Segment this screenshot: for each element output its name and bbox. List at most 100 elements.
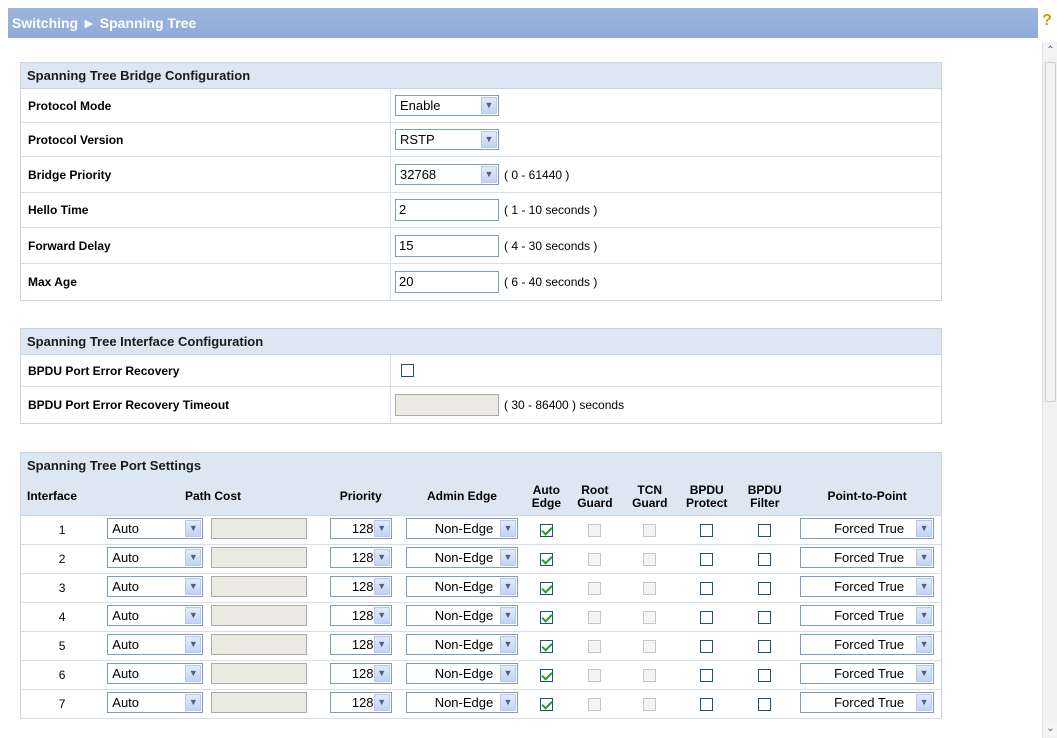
auto-edge-checkbox[interactable] bbox=[539, 610, 553, 624]
col-admin-edge: Admin Edge bbox=[398, 479, 526, 516]
point-to-point-select[interactable]: Forced True ▼ bbox=[800, 604, 935, 626]
path-cost-input[interactable] bbox=[210, 633, 307, 655]
scroll-down-icon[interactable]: ⌄ bbox=[1044, 722, 1057, 736]
auto-edge-checkbox[interactable] bbox=[539, 552, 553, 566]
path-cost-mode-select[interactable]: Auto ▼ bbox=[107, 662, 204, 684]
chevron-down-icon: ▼ bbox=[373, 635, 390, 653]
bpdu-protect-checkbox[interactable] bbox=[700, 697, 714, 711]
point-to-point-select[interactable]: Forced True ▼ bbox=[800, 662, 935, 684]
forward-delay-input[interactable]: 15 bbox=[395, 234, 499, 257]
tcn-guard-checkbox[interactable] bbox=[643, 552, 657, 566]
bpdu-recovery-checkbox[interactable] bbox=[401, 364, 414, 377]
hello-time-input[interactable]: 2 bbox=[395, 199, 499, 221]
root-guard-checkbox[interactable] bbox=[588, 523, 602, 537]
interface-cell: 5 bbox=[21, 631, 104, 661]
path-cost-mode-select[interactable]: Auto ▼ bbox=[107, 546, 204, 568]
help-icon[interactable]: ? bbox=[1041, 12, 1053, 30]
admin-edge-select[interactable]: Non-Edge ▼ bbox=[405, 691, 518, 713]
bpdu-filter-checkbox[interactable] bbox=[758, 668, 772, 682]
interface-config-panel: Spanning Tree Interface Configuration BP… bbox=[20, 328, 942, 424]
bpdu-filter-checkbox[interactable] bbox=[758, 639, 772, 653]
scrollbar-thumb[interactable] bbox=[1045, 62, 1056, 402]
path-cost-mode-select[interactable]: Auto ▼ bbox=[107, 517, 204, 539]
admin-edge-select[interactable]: Non-Edge ▼ bbox=[405, 546, 518, 568]
max-age-row: Max Age 20 ( 6 - 40 seconds ) bbox=[21, 264, 941, 300]
admin-edge-select[interactable]: Non-Edge ▼ bbox=[405, 662, 518, 684]
table-row: 5 Auto ▼ 128 ▼ Non-Edge ▼ Forced True ▼ bbox=[21, 631, 941, 661]
auto-edge-checkbox[interactable] bbox=[539, 581, 553, 595]
point-to-point-select[interactable]: Forced True ▼ bbox=[800, 575, 935, 597]
bridge-priority-select[interactable]: 32768 ▼ bbox=[395, 164, 499, 185]
priority-select[interactable]: 128 ▼ bbox=[329, 546, 392, 568]
root-guard-checkbox[interactable] bbox=[588, 668, 602, 682]
priority-select[interactable]: 128 ▼ bbox=[329, 691, 392, 713]
point-to-point-select[interactable]: Forced True ▼ bbox=[800, 691, 935, 713]
col-priority: Priority bbox=[322, 479, 399, 516]
auto-edge-checkbox[interactable] bbox=[539, 639, 553, 653]
root-guard-checkbox[interactable] bbox=[588, 610, 602, 624]
tcn-guard-checkbox[interactable] bbox=[643, 639, 657, 653]
point-to-point-select[interactable]: Forced True ▼ bbox=[800, 633, 935, 655]
max-age-label: Max Age bbox=[21, 264, 391, 300]
protocol-version-row: Protocol Version RSTP ▼ bbox=[21, 123, 941, 157]
protocol-version-select[interactable]: RSTP ▼ bbox=[395, 129, 499, 150]
breadcrumb-page: Spanning Tree bbox=[99, 15, 197, 31]
auto-edge-checkbox[interactable] bbox=[539, 523, 553, 537]
bpdu-protect-checkbox[interactable] bbox=[700, 552, 714, 566]
vertical-scrollbar[interactable]: ⌃ ⌄ bbox=[1042, 42, 1057, 738]
root-guard-checkbox[interactable] bbox=[588, 552, 602, 566]
bpdu-protect-checkbox[interactable] bbox=[700, 523, 714, 537]
scroll-up-icon[interactable]: ⌃ bbox=[1044, 44, 1057, 58]
tcn-guard-checkbox[interactable] bbox=[643, 668, 657, 682]
chevron-down-icon: ▼ bbox=[373, 577, 390, 595]
path-cost-mode-select[interactable]: Auto ▼ bbox=[107, 633, 204, 655]
tcn-guard-checkbox[interactable] bbox=[643, 610, 657, 624]
bpdu-filter-checkbox[interactable] bbox=[758, 523, 772, 537]
path-cost-mode-select[interactable]: Auto ▼ bbox=[107, 604, 204, 626]
bpdu-filter-checkbox[interactable] bbox=[758, 581, 772, 595]
path-cost-input[interactable] bbox=[210, 575, 307, 597]
root-guard-checkbox[interactable] bbox=[588, 581, 602, 595]
interface-cell: 6 bbox=[21, 660, 104, 690]
bpdu-protect-checkbox[interactable] bbox=[700, 668, 714, 682]
chevron-down-icon: ▼ bbox=[499, 693, 516, 711]
path-cost-mode-select[interactable]: Auto ▼ bbox=[107, 691, 204, 713]
admin-edge-select[interactable]: Non-Edge ▼ bbox=[405, 604, 518, 626]
auto-edge-checkbox[interactable] bbox=[539, 668, 553, 682]
admin-edge-select[interactable]: Non-Edge ▼ bbox=[405, 633, 518, 655]
path-cost-input[interactable] bbox=[210, 662, 307, 684]
path-cost-input[interactable] bbox=[210, 691, 307, 713]
max-age-input[interactable]: 20 bbox=[395, 271, 499, 293]
bpdu-protect-checkbox[interactable] bbox=[700, 610, 714, 624]
priority-select[interactable]: 128 ▼ bbox=[329, 575, 392, 597]
admin-edge-select[interactable]: Non-Edge ▼ bbox=[405, 517, 518, 539]
bpdu-protect-checkbox[interactable] bbox=[700, 581, 714, 595]
root-guard-checkbox[interactable] bbox=[588, 639, 602, 653]
path-cost-mode-select[interactable]: Auto ▼ bbox=[107, 575, 204, 597]
tcn-guard-checkbox[interactable] bbox=[643, 697, 657, 711]
path-cost-input[interactable] bbox=[210, 604, 307, 626]
bpdu-filter-checkbox[interactable] bbox=[758, 610, 772, 624]
table-row: 4 Auto ▼ 128 ▼ Non-Edge ▼ Forced True ▼ bbox=[21, 602, 941, 632]
priority-select[interactable]: 128 ▼ bbox=[329, 662, 392, 684]
point-to-point-select[interactable]: Forced True ▼ bbox=[800, 517, 935, 539]
col-tcn-guard: TCN Guard bbox=[622, 479, 678, 516]
bpdu-timeout-input[interactable] bbox=[395, 394, 499, 416]
protocol-mode-select[interactable]: Enable ▼ bbox=[395, 95, 499, 116]
admin-edge-select[interactable]: Non-Edge ▼ bbox=[405, 575, 518, 597]
priority-select[interactable]: 128 ▼ bbox=[329, 604, 392, 626]
auto-edge-checkbox[interactable] bbox=[539, 697, 553, 711]
bpdu-protect-checkbox[interactable] bbox=[700, 639, 714, 653]
path-cost-input[interactable] bbox=[210, 546, 307, 568]
path-cost-input[interactable] bbox=[210, 517, 307, 539]
priority-select[interactable]: 128 ▼ bbox=[329, 633, 392, 655]
tcn-guard-checkbox[interactable] bbox=[643, 581, 657, 595]
bpdu-filter-checkbox[interactable] bbox=[758, 552, 772, 566]
bpdu-filter-checkbox[interactable] bbox=[758, 697, 772, 711]
tcn-guard-checkbox[interactable] bbox=[643, 523, 657, 537]
chevron-down-icon: ▼ bbox=[481, 97, 497, 114]
root-guard-checkbox[interactable] bbox=[588, 697, 602, 711]
priority-select[interactable]: 128 ▼ bbox=[329, 517, 392, 539]
table-row: 3 Auto ▼ 128 ▼ Non-Edge ▼ Forced True ▼ bbox=[21, 573, 941, 603]
point-to-point-select[interactable]: Forced True ▼ bbox=[800, 546, 935, 568]
